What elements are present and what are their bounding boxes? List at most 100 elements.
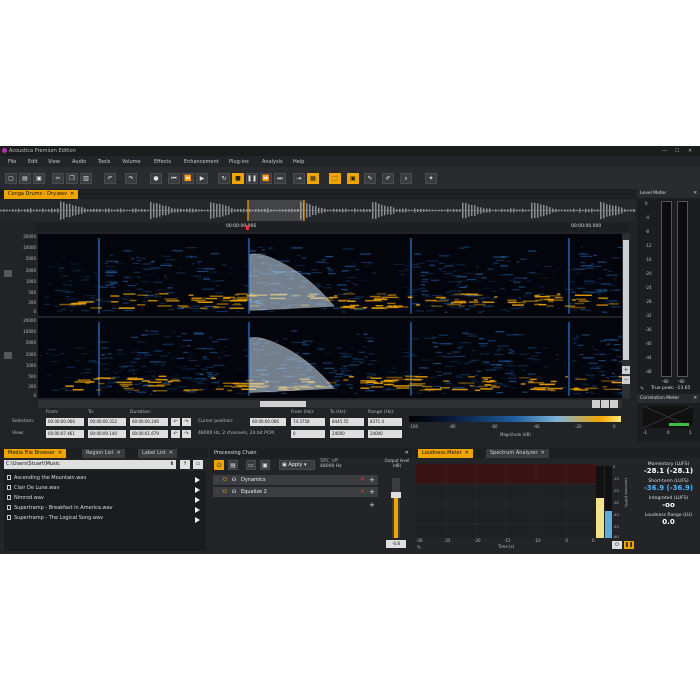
- headphones-icon[interactable]: ☊: [232, 487, 236, 497]
- select-tool-icon[interactable]: ⬚: [329, 173, 341, 184]
- snap-tool-icon[interactable]: ✦: [425, 173, 437, 184]
- remove-effect-icon[interactable]: ✕: [360, 487, 365, 497]
- clipboard-icon[interactable]: ▤: [228, 460, 238, 470]
- redo-selection-icon[interactable]: ↷: [182, 418, 191, 426]
- output-level-slider[interactable]: [391, 478, 401, 538]
- close-processing-chain-icon[interactable]: ✕: [405, 450, 409, 456]
- brush-tool-icon[interactable]: ✐: [382, 173, 394, 184]
- apply-button[interactable]: ▣ Apply ▾: [279, 460, 315, 470]
- undo-selection-icon[interactable]: ↶: [171, 418, 180, 426]
- output-level-value[interactable]: -0.8: [386, 540, 406, 548]
- view-duration-field[interactable]: 00:00:01.679: [130, 430, 168, 438]
- zoom-in-icon[interactable]: +: [622, 366, 630, 374]
- close-tab-icon[interactable]: ✕: [116, 450, 120, 456]
- pencil-tool-icon[interactable]: ✎: [364, 173, 376, 184]
- freq-range-field[interactable]: 8371.4: [368, 418, 402, 426]
- list-item[interactable]: Supertramp - Breakfast in America.wav: [7, 505, 113, 511]
- wrench-icon[interactable]: ✎: [417, 545, 421, 551]
- close-correlation-meter-icon[interactable]: ✕: [693, 394, 697, 403]
- loop-icon[interactable]: ↻: [218, 173, 230, 184]
- play-preview-icon[interactable]: [195, 497, 200, 503]
- chain-item-equalize[interactable]: ⋮⋮ ⏻ ☊ Equalize 2: [213, 487, 378, 497]
- add-effect-icon[interactable]: +: [369, 475, 375, 485]
- pause-icon[interactable]: ❚❚: [246, 173, 258, 184]
- menu-effects[interactable]: Effects: [154, 159, 171, 165]
- channel1-toggle-icon[interactable]: [4, 270, 12, 277]
- list-item[interactable]: Nimrod.wav: [7, 495, 44, 501]
- zoom-selection-icon[interactable]: [601, 400, 609, 408]
- save-chain-icon[interactable]: ▣: [260, 460, 270, 470]
- close-tab-icon[interactable]: ✕: [70, 191, 74, 197]
- headphones-icon[interactable]: ☊: [232, 475, 236, 485]
- cursor-position-field[interactable]: 00:00:00.066: [250, 418, 286, 426]
- undo-icon[interactable]: ↶: [104, 173, 116, 184]
- play-icon[interactable]: ▶: [196, 173, 208, 184]
- zoom-out-icon[interactable]: −: [622, 376, 630, 384]
- spectrogram-channel-1[interactable]: [38, 234, 622, 316]
- overview-waveform[interactable]: [0, 200, 636, 221]
- freq-to-field[interactable]: 8445.55: [330, 418, 364, 426]
- pause-meter-icon[interactable]: ❚❚: [624, 541, 634, 549]
- playhead-marker[interactable]: [246, 225, 249, 230]
- freq-to-view-field[interactable]: 24000: [330, 430, 364, 438]
- output-level-handle[interactable]: [391, 492, 401, 498]
- close-tab-icon[interactable]: ✕: [465, 450, 469, 456]
- vertical-scroll-thumb[interactable]: [623, 240, 629, 360]
- play-preview-icon[interactable]: [195, 487, 200, 493]
- menu-audio[interactable]: Audio: [72, 159, 86, 165]
- fast-forward-icon[interactable]: ⏩: [260, 173, 272, 184]
- open-chain-icon[interactable]: ▭: [246, 460, 256, 470]
- close-tab-icon[interactable]: ✕: [58, 450, 62, 456]
- spectrogram-channel-2[interactable]: [38, 318, 622, 398]
- maximize-icon[interactable]: ☐: [675, 148, 679, 154]
- spectrogram-view-icon[interactable]: ▦: [307, 173, 319, 184]
- view-to-field[interactable]: 00:00:09.140: [88, 430, 126, 438]
- remove-effect-icon[interactable]: ✕: [360, 475, 365, 485]
- freq-from-view-field[interactable]: 0: [291, 430, 325, 438]
- vertical-scrollbar[interactable]: + −: [622, 234, 630, 398]
- freq-from-field[interactable]: 74.3758: [291, 418, 325, 426]
- close-tab-icon[interactable]: ✕: [541, 450, 545, 456]
- power-icon[interactable]: ⏻: [223, 475, 227, 485]
- add-effect-icon[interactable]: +: [369, 487, 375, 497]
- play-preview-icon[interactable]: [195, 507, 200, 513]
- zoom-fit-icon[interactable]: [592, 400, 600, 408]
- play-preview-icon[interactable]: [195, 517, 200, 523]
- tab-loudness-meter[interactable]: Loudness Meter ✕: [418, 449, 473, 458]
- selection-duration-field[interactable]: 00:00:00.246: [130, 418, 168, 426]
- time-ruler[interactable]: 00:00:00.066 00:00:00.000: [36, 223, 628, 232]
- close-icon[interactable]: ✕: [688, 148, 692, 154]
- record-icon[interactable]: ●: [150, 173, 162, 184]
- menu-edit[interactable]: Edit: [28, 159, 38, 165]
- play-preview-icon[interactable]: [195, 477, 200, 483]
- list-item[interactable]: Clair De Lune.wav: [7, 485, 59, 491]
- zoom-in-horizontal-icon[interactable]: [610, 400, 618, 408]
- menu-analysis[interactable]: Analysis: [262, 159, 283, 165]
- menu-enhancement[interactable]: Enhancement: [184, 159, 219, 165]
- paste-icon[interactable]: ▥: [80, 173, 92, 184]
- undo-view-icon[interactable]: ↶: [171, 430, 180, 438]
- menu-help[interactable]: Help: [293, 159, 304, 165]
- path-dropdown[interactable]: C:\Users\Stuart\Music ⬍: [4, 460, 176, 469]
- save-icon[interactable]: ▣: [33, 173, 45, 184]
- folder-up-icon[interactable]: ↑: [180, 460, 190, 469]
- horizontal-scroll-thumb[interactable]: [260, 401, 306, 407]
- zoom-tool-icon[interactable]: ⌕: [400, 173, 412, 184]
- menu-plugins[interactable]: Plug-ins: [229, 159, 249, 165]
- rewind-icon[interactable]: ⏪: [182, 173, 194, 184]
- tab-spectrum-analyzer[interactable]: Spectrum Analyzer ✕: [486, 449, 549, 458]
- region-tool-icon[interactable]: ▣: [347, 173, 359, 184]
- tab-region-list[interactable]: Region List ✕: [82, 449, 125, 458]
- close-level-meter-icon[interactable]: ✕: [693, 189, 697, 198]
- redo-view-icon[interactable]: ↷: [182, 430, 191, 438]
- menu-tools[interactable]: Tools: [98, 159, 110, 165]
- selection-to-field[interactable]: 00:00:00.312: [88, 418, 126, 426]
- list-item[interactable]: Ascending the Mountain.wav: [7, 475, 86, 481]
- new-file-icon[interactable]: ▢: [5, 173, 17, 184]
- go-start-icon[interactable]: ⏮: [168, 173, 180, 184]
- tab-media-file-browser[interactable]: Media File Browser ✕: [4, 449, 67, 458]
- channel2-toggle-icon[interactable]: [4, 352, 12, 359]
- power-icon[interactable]: ⏻: [223, 487, 227, 497]
- close-tab-icon[interactable]: ✕: [169, 450, 173, 456]
- follow-cursor-icon[interactable]: ⇥: [293, 173, 305, 184]
